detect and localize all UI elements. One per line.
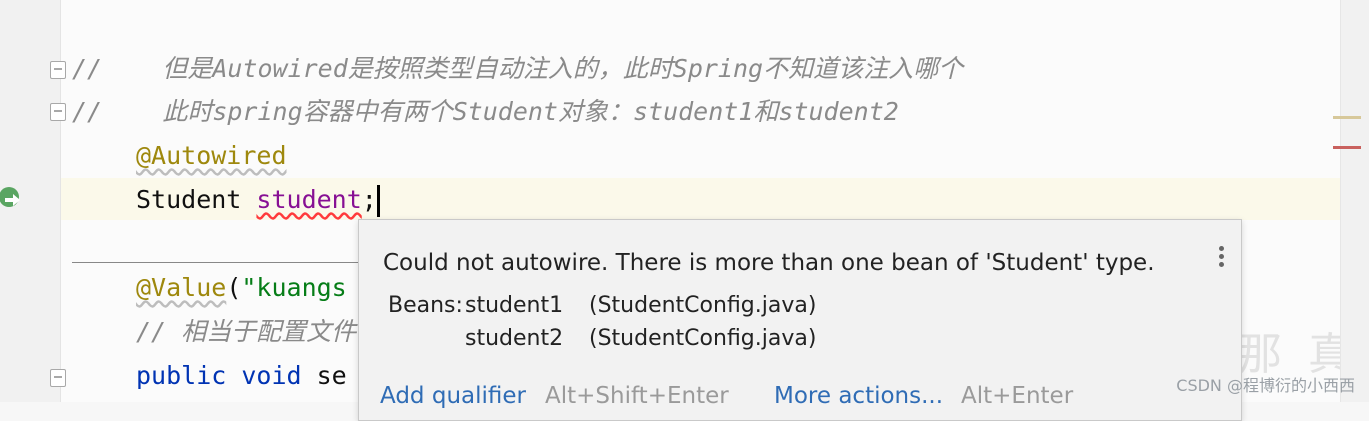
add-qualifier-action[interactable]: Add qualifier [380,383,526,409]
keyword-void: void [241,361,317,390]
code-line-6: @Value("kuangs [136,270,347,306]
bean-source[interactable]: (StudentConfig.java) [589,326,816,351]
field-name-error[interactable]: student [256,185,361,214]
more-actions-link[interactable]: More actions... [774,383,943,409]
comment-text: 但是Autowired是按照类型自动注入的，此时Spring不知道该注入哪个 [102,54,964,83]
autowired-annotation[interactable]: @Autowired [136,141,287,170]
code-line-8: public void se [136,358,347,394]
bean-name-link[interactable]: student2 [465,326,563,351]
value-annotation[interactable]: @Value [136,273,226,302]
type-name[interactable]: Student [136,185,256,214]
inspection-popup: Could not autowire. There is more than o… [358,219,1242,421]
comment-prefix: // [72,54,103,83]
error-message: Could not autowire. There is more than o… [383,250,1155,276]
code-line-4: Student student; [136,182,380,218]
keyword-public: public [136,361,242,390]
more-actions-shortcut: Alt+Enter [961,383,1074,409]
method-name[interactable]: se [317,361,347,390]
add-qualifier-shortcut: Alt+Shift+Enter [545,383,729,409]
spring-bean-navigate-icon[interactable] [0,184,24,210]
bean-source[interactable]: (StudentConfig.java) [589,293,816,318]
paren: ( [226,273,242,302]
fold-marker-icon[interactable] [50,103,66,121]
string-literal[interactable]: "kuangs [241,273,346,302]
more-options-icon[interactable] [1215,244,1227,272]
semicolon: ; [361,185,377,214]
editor-scrollbar[interactable] [1333,0,1369,402]
text-caret [376,185,380,217]
code-line-3: @Autowired [136,138,287,174]
bean-name-link[interactable]: student1 [465,293,563,318]
method-separator [72,262,372,263]
beans-label: Beans: [388,293,463,318]
comment-prefix: // [72,97,103,126]
fold-marker-icon[interactable] [50,369,66,387]
error-marker[interactable] [1333,146,1361,149]
comment-text: 此时spring容器中有两个Student对象：student1和student… [102,97,899,126]
csdn-watermark: CSDN @程博衍的小西西 [1176,376,1355,395]
warning-marker[interactable] [1333,116,1361,119]
code-line-7: // 相当于配置文件 [136,314,356,350]
code-line-2: // 此时spring容器中有两个Student对象：student1和stud… [72,94,899,130]
fold-marker-icon[interactable] [50,61,66,79]
code-line-1: // 但是Autowired是按照类型自动注入的，此时Spring不知道该注入哪… [72,51,963,87]
comment-text: // 相当于配置文件 [136,317,357,346]
